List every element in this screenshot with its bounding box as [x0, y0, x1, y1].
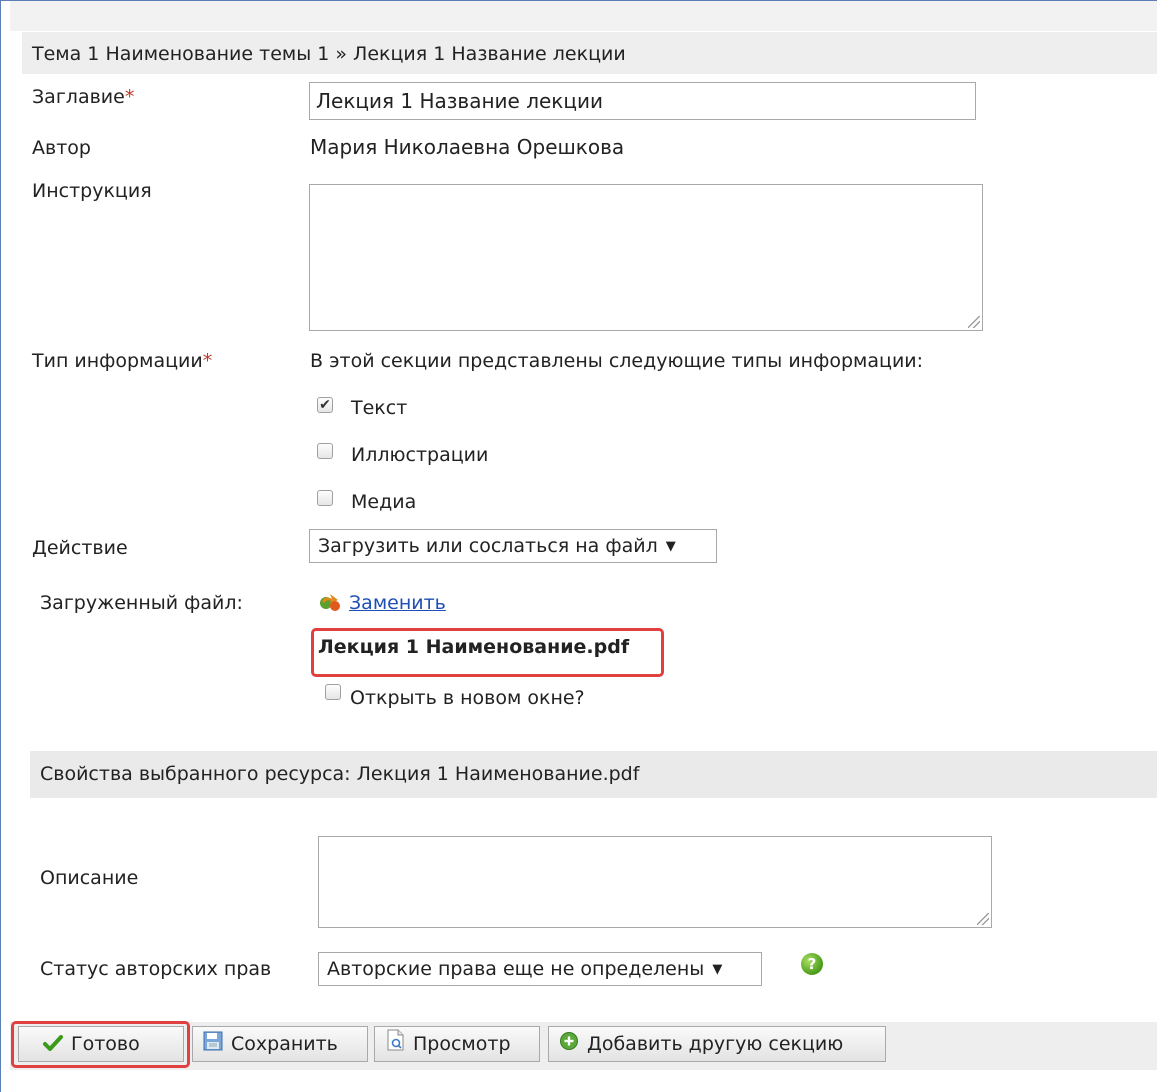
info-type-label: Тип информации*: [32, 350, 212, 372]
action-selected: Загрузить или сослаться на файл: [318, 535, 658, 557]
preview-button[interactable]: Просмотр: [374, 1026, 540, 1062]
title-label-text: Заглавие: [32, 86, 125, 108]
title-label: Заглавие*: [32, 86, 134, 108]
replace-icon[interactable]: [318, 591, 342, 613]
title-input[interactable]: Лекция 1 Название лекции: [309, 82, 976, 120]
preview-button-label: Просмотр: [413, 1033, 511, 1055]
description-label: Описание: [40, 867, 139, 889]
checkbox-media-label: Медиа: [351, 491, 417, 513]
document-preview-icon: [385, 1028, 405, 1062]
open-new-window-label: Открыть в новом окне?: [350, 687, 585, 709]
resize-handle[interactable]: [977, 913, 989, 925]
action-select[interactable]: Загрузить или сослаться на файл ▼: [309, 529, 717, 563]
replace-link[interactable]: Заменить: [349, 592, 446, 614]
info-type-label-text: Тип информации: [32, 350, 203, 372]
checkbox-text[interactable]: ✔: [317, 397, 333, 413]
copyright-selected: Авторские права еще не определены: [327, 958, 705, 980]
dropdown-arrow-icon: ▼: [665, 539, 676, 554]
properties-header: Свойства выбранного ресурса: Лекция 1 На…: [40, 763, 640, 785]
top-strip: [10, 1, 1157, 31]
checkbox-illustrations-label: Иллюстрации: [351, 444, 489, 466]
uploaded-file-label: Загруженный файл:: [40, 592, 243, 614]
author-label: Автор: [32, 137, 91, 159]
description-textarea[interactable]: [318, 836, 992, 928]
instruction-textarea[interactable]: [309, 184, 983, 331]
action-label: Действие: [32, 537, 128, 559]
required-mark: *: [124, 86, 135, 108]
instruction-label: Инструкция: [32, 180, 152, 202]
add-section-button-label: Добавить другую секцию: [587, 1033, 844, 1055]
checkmark-icon: ✔: [319, 397, 331, 413]
copyright-label: Статус авторских прав: [40, 958, 272, 980]
filename-highlight: [311, 628, 664, 677]
help-icon[interactable]: ?: [801, 953, 823, 975]
author-value: Мария Николаевна Орешкова: [310, 135, 625, 159]
checkbox-illustrations[interactable]: [317, 443, 333, 459]
breadcrumb: Тема 1 Наименование темы 1 » Лекция 1 На…: [32, 43, 626, 65]
save-button-label: Сохранить: [231, 1033, 338, 1055]
save-icon: [203, 1028, 223, 1062]
window-left-border: [0, 0, 1, 1092]
copyright-select[interactable]: Авторские права еще не определены ▼: [318, 952, 762, 986]
add-circle-icon: [559, 1028, 579, 1062]
checkbox-media[interactable]: [317, 490, 333, 506]
required-mark: *: [202, 350, 213, 372]
info-type-intro: В этой секции представлены следующие тип…: [310, 350, 924, 372]
resize-handle[interactable]: [968, 316, 980, 328]
open-new-window-checkbox[interactable]: [325, 684, 341, 700]
add-section-button[interactable]: Добавить другую секцию: [548, 1026, 886, 1062]
done-button-highlight: [11, 1021, 190, 1068]
dropdown-arrow-icon: ▼: [712, 962, 723, 977]
checkbox-text-label: Текст: [351, 397, 408, 419]
save-button[interactable]: Сохранить: [192, 1026, 368, 1062]
